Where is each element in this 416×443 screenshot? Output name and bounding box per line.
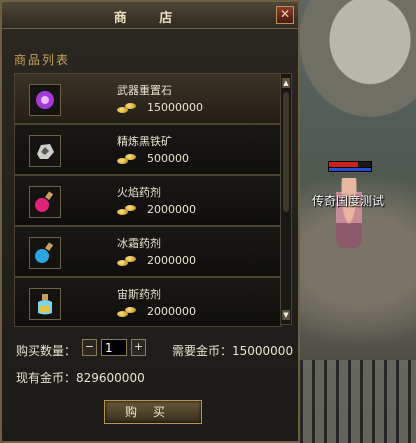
item-name: 武器重置石 — [117, 84, 172, 97]
gold-coin-icon — [117, 306, 139, 317]
item-list-scrollbar[interactable]: ▲ ▼ — [280, 73, 292, 325]
item-price-value: 15000000 — [147, 101, 203, 114]
list-item[interactable]: 冰霜药剂 2000000 — [15, 227, 281, 278]
item-price-value: 500000 — [147, 152, 189, 165]
npc-mp-bar — [328, 167, 372, 172]
item-list: 武器重置石 15000000 精炼黑铁矿 500000 火焰药剂 2000000… — [14, 73, 282, 327]
npc-character[interactable] — [336, 178, 362, 248]
shop-title: 商 店 — [113, 11, 187, 26]
item-price-value: 2000000 — [147, 254, 196, 267]
gold-coin-icon — [117, 255, 139, 266]
quantity-label: 购买数量： — [16, 344, 77, 358]
quantity-stepper: − 1 + — [82, 339, 146, 356]
shop-window: 商 店 ✕ 商品列表 武器重置石 15000000 精炼黑铁矿 500000 火… — [0, 0, 300, 443]
quantity-input[interactable]: 1 — [101, 339, 127, 356]
gold-coin-icon — [117, 204, 139, 215]
item-price-value: 2000000 — [147, 305, 196, 318]
red-potion-icon — [29, 186, 61, 218]
purple-gem-icon — [29, 84, 61, 116]
yellow-potion-icon — [29, 288, 61, 320]
item-price: 2000000 — [117, 254, 196, 267]
gold-coin-icon — [117, 102, 139, 113]
item-name: 冰霜药剂 — [117, 237, 161, 250]
iron-ore-icon — [29, 135, 61, 167]
gold-coin-icon — [117, 153, 139, 164]
blue-potion-icon — [29, 237, 61, 269]
required-gold: 需要金币：15000000 — [172, 344, 294, 358]
buy-button[interactable]: 购买 — [104, 400, 202, 424]
close-icon[interactable]: ✕ — [276, 6, 294, 24]
scroll-up-icon[interactable]: ▲ — [282, 78, 290, 88]
list-item[interactable]: 武器重置石 15000000 — [15, 74, 281, 125]
item-name: 火焰药剂 — [117, 186, 161, 199]
item-price-value: 2000000 — [147, 203, 196, 216]
scroll-down-icon[interactable]: ▼ — [282, 310, 290, 320]
item-price: 2000000 — [117, 203, 196, 216]
shop-titlebar[interactable]: 商 店 ✕ — [2, 2, 298, 29]
decrease-quantity-button[interactable]: − — [82, 339, 97, 356]
world-fence — [300, 360, 416, 443]
item-name: 精炼黑铁矿 — [117, 135, 172, 148]
list-item[interactable]: 精炼黑铁矿 500000 — [15, 125, 281, 176]
list-item[interactable]: 火焰药剂 2000000 — [15, 176, 281, 227]
scroll-thumb[interactable] — [283, 92, 289, 212]
npc-name-label: 传奇国度测试 — [312, 194, 385, 208]
item-name: 宙斯药剂 — [117, 288, 161, 301]
item-price: 500000 — [117, 152, 189, 165]
item-price: 15000000 — [117, 101, 203, 114]
item-list-heading: 商品列表 — [14, 53, 71, 67]
increase-quantity-button[interactable]: + — [131, 339, 146, 356]
item-price: 2000000 — [117, 305, 196, 318]
current-gold: 现有金币：829600000 — [16, 371, 145, 385]
list-item[interactable]: 宙斯药剂 2000000 — [15, 278, 281, 326]
